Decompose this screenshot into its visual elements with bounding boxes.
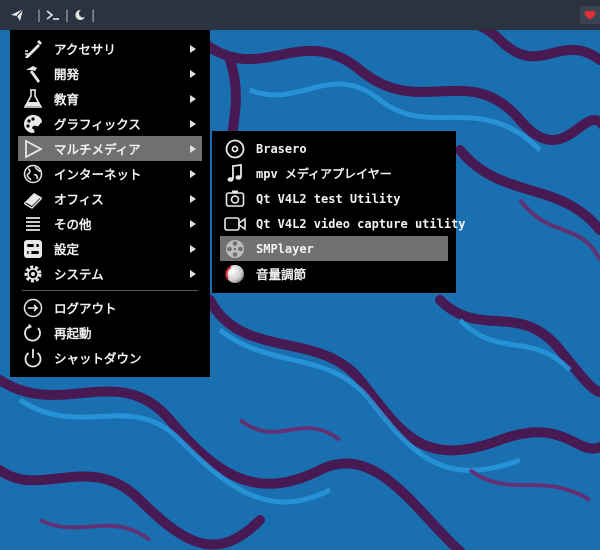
submenu-arrow-icon <box>190 270 196 278</box>
menu-item-label: その他 <box>54 217 92 232</box>
submenu-arrow-icon <box>190 220 196 228</box>
menu-item-label: グラフィックス <box>54 117 141 132</box>
heart-icon <box>584 10 596 20</box>
submenu-item-brasero[interactable]: Brasero <box>220 136 448 161</box>
menu-item-accessories[interactable]: アクセサリ <box>18 36 202 61</box>
menu-item-label: 設定 <box>54 242 80 257</box>
menu-divider <box>22 290 198 291</box>
music-note-icon <box>224 163 246 185</box>
menu-item-label: シャットダウン <box>54 351 142 366</box>
toggle-settings-icon <box>22 238 44 260</box>
menu-item-label: SMPlayer <box>256 241 314 256</box>
menu-item-other[interactable]: その他 <box>18 211 202 236</box>
menu-item-restart[interactable]: 再起動 <box>18 320 202 345</box>
volume-knob-icon <box>224 263 246 285</box>
menu-item-multimedia[interactable]: マルチメディア <box>18 136 202 161</box>
menu-item-education[interactable]: 教育 <box>18 86 202 111</box>
submenu-arrow-icon <box>190 245 196 253</box>
submenu-item-volume[interactable]: 音量調節 <box>220 261 448 286</box>
menu-item-system[interactable]: システム <box>18 261 202 286</box>
menu-item-label: 教育 <box>54 92 80 107</box>
submenu-arrow-icon <box>190 120 196 128</box>
launcher-button[interactable] <box>0 0 34 30</box>
power-icon <box>22 347 44 369</box>
menu-item-label: マルチメディア <box>54 142 141 157</box>
logout-icon <box>22 297 44 319</box>
camera-icon <box>224 188 246 210</box>
panel-separator: | <box>37 8 42 22</box>
theme-toggle-button[interactable] <box>72 0 88 30</box>
top-panel: | | | <box>0 0 600 30</box>
menu-item-label: アクセサリ <box>54 42 116 57</box>
gear-icon <box>22 263 44 285</box>
tray-indicator[interactable] <box>580 6 600 24</box>
menu-item-label: 音量調節 <box>256 267 307 282</box>
video-camera-icon <box>224 213 246 235</box>
menu-item-label: 再起動 <box>54 326 92 341</box>
submenu-arrow-icon <box>190 145 196 153</box>
submenu-arrow-icon <box>190 45 196 53</box>
paper-plane-icon <box>11 8 24 21</box>
menu-item-label: mpv メディアプレイヤー <box>256 167 392 181</box>
terminal-prompt-icon <box>46 10 60 20</box>
film-reel-icon <box>224 238 246 260</box>
menu-item-label: 開発 <box>54 67 80 82</box>
menu-item-internet[interactable]: インターネット <box>18 161 202 186</box>
menu-item-label: インターネット <box>54 167 142 182</box>
panel-separator: | <box>91 8 96 22</box>
panel-separator: | <box>65 8 70 22</box>
menu-item-label: オフィス <box>54 192 104 207</box>
palette-icon <box>22 113 44 135</box>
menu-item-shutdown[interactable]: シャットダウン <box>18 345 202 370</box>
menu-item-development[interactable]: 開発 <box>18 61 202 86</box>
submenu-item-smplayer[interactable]: SMPlayer <box>220 236 448 261</box>
globe-icon <box>22 163 44 185</box>
menu-item-label: Brasero <box>256 141 307 156</box>
submenu-item-qv4l2[interactable]: Qt V4L2 test Utility <box>220 186 448 211</box>
menu-item-logout[interactable]: ログアウト <box>18 295 202 320</box>
submenu-arrow-icon <box>190 195 196 203</box>
submenu-item-qvidcap[interactable]: Qt V4L2 video capture utility <box>220 211 466 236</box>
submenu-item-mpv[interactable]: mpv メディアプレイヤー <box>220 161 448 186</box>
menu-item-label: Qt V4L2 test Utility <box>256 191 401 206</box>
book-icon <box>22 188 44 210</box>
menu-item-settings[interactable]: 設定 <box>18 236 202 261</box>
play-icon <box>22 138 44 160</box>
submenu-arrow-icon <box>190 170 196 178</box>
submenu-arrow-icon <box>190 95 196 103</box>
multimedia-submenu: Brasero mpv メディアプレイヤー Qt V4L2 test Utili… <box>212 131 466 293</box>
crescent-moon-icon <box>75 9 86 20</box>
menu-item-label: ログアウト <box>54 301 117 316</box>
submenu-arrow-icon <box>190 70 196 78</box>
flask-icon <box>22 88 44 110</box>
menu-item-office[interactable]: オフィス <box>18 186 202 211</box>
list-icon <box>22 213 44 235</box>
menu-item-label: Qt V4L2 video capture utility <box>256 216 466 231</box>
terminal-button[interactable] <box>44 0 62 30</box>
menu-item-label: システム <box>54 267 104 282</box>
disc-icon <box>224 138 246 160</box>
pencil-ruler-icon <box>22 38 44 60</box>
hammer-icon <box>22 63 44 85</box>
application-menu: アクセサリ 開発 教育 グラフィックス マルチメディア インターネット オフィス… <box>10 30 210 377</box>
menu-item-graphics[interactable]: グラフィックス <box>18 111 202 136</box>
restart-icon <box>22 322 44 344</box>
